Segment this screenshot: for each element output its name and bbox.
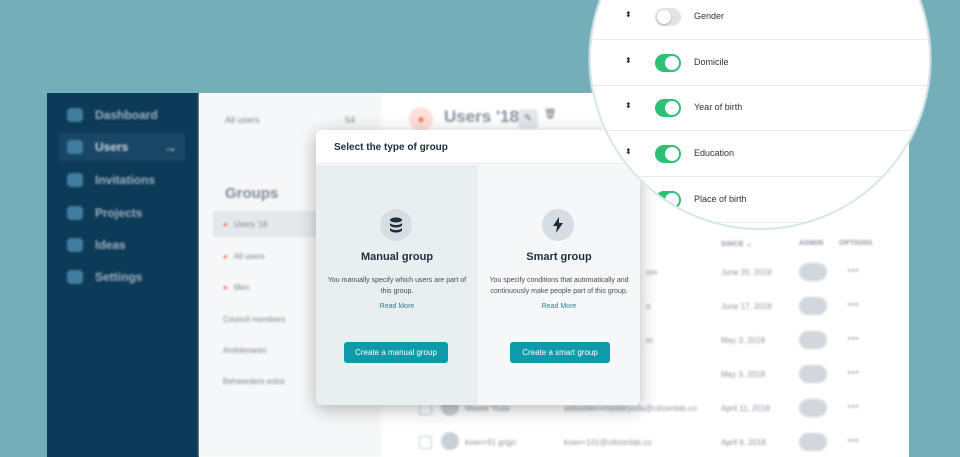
user-email: m: [646, 336, 653, 345]
field-toggle[interactable]: [655, 99, 681, 117]
sidebar-item-label: Invitations: [95, 173, 156, 187]
pin-icon: ●: [223, 282, 228, 292]
sidebar-item-label: Dashboard: [95, 108, 158, 122]
projects-icon: [67, 206, 83, 220]
admin-toggle[interactable]: [799, 433, 827, 451]
sidebar-item-label: Projects: [95, 206, 143, 220]
more-options-icon[interactable]: •••: [848, 266, 859, 275]
create-manual-group-button[interactable]: Create a manual group: [344, 342, 448, 363]
column-header-admin: ADMIN: [799, 240, 824, 247]
sidebar-item-label: Ideas: [95, 238, 126, 252]
group-item-label: Beheerders extra: [223, 376, 285, 386]
sidebar-item-projects[interactable]: Projects: [59, 199, 185, 227]
avatar: [441, 432, 459, 450]
field-row: ⬍ Domicile: [591, 40, 929, 86]
manual-group-option[interactable]: Manual group You manually specify which …: [316, 165, 478, 405]
group-item-label: All users: [233, 251, 265, 261]
sidebar-item-settings[interactable]: Settings: [59, 263, 185, 291]
group-item-label: Council members: [223, 314, 286, 324]
smart-group-title: Smart group: [526, 251, 592, 263]
sort-handle-icon[interactable]: ⬍: [625, 147, 632, 156]
user-email: koen+101@citizenlab.co: [564, 438, 652, 447]
arrow-right-icon: →: [163, 139, 177, 155]
field-label: Place of birth: [694, 194, 747, 204]
sidebar-item-dashboard[interactable]: Dashboard: [59, 101, 185, 129]
admin-toggle[interactable]: [799, 297, 827, 315]
dashboard-icon: [67, 108, 83, 122]
field-toggle[interactable]: [655, 145, 681, 163]
admin-toggle[interactable]: [799, 365, 827, 383]
user-since: June 17, 2018: [721, 302, 772, 311]
row-checkbox[interactable]: [419, 436, 432, 449]
user-since: May 3, 2018: [721, 370, 766, 379]
user-email: om: [646, 268, 658, 277]
field-label: Year of birth: [694, 102, 743, 112]
sort-handle-icon[interactable]: ⬍: [625, 56, 632, 65]
admin-toggle[interactable]: [799, 331, 827, 349]
more-options-icon[interactable]: •••: [848, 334, 859, 343]
sort-handle-icon[interactable]: ⬍: [625, 10, 632, 19]
group-item-label: Men: [233, 282, 250, 292]
pin-icon: ●: [223, 219, 228, 229]
more-options-icon[interactable]: •••: [848, 300, 859, 309]
column-header-since[interactable]: SINCE ⌄: [721, 240, 752, 248]
user-name: koen+91 grigri: [465, 438, 516, 447]
user-since: May 3, 2018: [721, 336, 766, 345]
more-options-icon[interactable]: •••: [848, 402, 859, 411]
all-users-count: 54: [345, 115, 356, 125]
group-icon: ●: [409, 107, 433, 131]
lightning-icon: [542, 209, 574, 241]
pin-icon: ●: [223, 251, 228, 261]
group-item-label: Users '18: [233, 219, 268, 229]
lightbulb-icon: [67, 238, 83, 252]
field-row: Place of birth: [591, 177, 929, 223]
user-email: o: [646, 302, 651, 311]
smart-group-description: You specify conditions that automaticall…: [489, 277, 629, 295]
user-since: June 20, 2018: [721, 268, 772, 277]
sidebar: Dashboard Users → Invitations Projects Id…: [47, 93, 199, 457]
user-email: sebastien+masteryoda@citizenlab.co: [564, 404, 697, 413]
user-name: Master Yoda: [465, 404, 510, 413]
manual-group-description: You manually specify which users are par…: [327, 277, 467, 295]
field-label: Education: [694, 148, 735, 158]
database-icon: [380, 209, 412, 241]
invitation-icon: [67, 173, 83, 187]
field-label: Domicile: [694, 57, 729, 67]
sidebar-item-users[interactable]: Users →: [59, 133, 185, 161]
field-row: ⬍ Year of birth: [591, 85, 929, 131]
field-row: ⬍ Education: [591, 131, 929, 177]
field-toggle[interactable]: [655, 54, 681, 72]
table-row: koen+91 grigri koen+101@citizenlab.co Apri…: [381, 426, 909, 457]
sort-handle-icon[interactable]: ⬍: [625, 101, 632, 110]
field-toggle[interactable]: [655, 191, 681, 209]
magnified-fields-panel: ⬍ Gender ⬍ Domicile ⬍ Year of birth ⬍ Educat…: [589, 0, 931, 230]
field-toggle[interactable]: [655, 8, 681, 26]
pencil-icon[interactable]: ✎: [518, 109, 538, 129]
user-since: April 6, 2018: [721, 438, 766, 447]
page-title: Users '18: [444, 107, 519, 126]
sidebar-item-invitations[interactable]: Invitations: [59, 166, 185, 194]
sidebar-item-ideas[interactable]: Ideas: [59, 231, 185, 259]
admin-toggle[interactable]: [799, 263, 827, 281]
more-options-icon[interactable]: •••: [848, 436, 859, 445]
all-users-link[interactable]: All users: [225, 115, 260, 125]
groups-heading: Groups: [225, 185, 279, 202]
admin-toggle[interactable]: [799, 399, 827, 417]
smart-read-more-link[interactable]: Read More: [478, 303, 640, 310]
manual-read-more-link[interactable]: Read More: [316, 303, 478, 310]
gear-icon: [67, 270, 83, 284]
group-item-label: Ambtenaren: [223, 345, 267, 355]
trash-icon[interactable]: 🗑: [544, 109, 557, 120]
sidebar-item-label: Users: [95, 140, 129, 154]
user-icon: [67, 140, 83, 154]
field-row: ⬍ Gender: [591, 0, 929, 40]
manual-group-title: Manual group: [360, 251, 434, 263]
field-label: Gender: [694, 11, 725, 21]
sidebar-item-label: Settings: [95, 270, 143, 284]
user-since: April 11, 2018: [721, 404, 770, 413]
column-header-options: OPTIONS: [839, 240, 873, 247]
create-smart-group-button[interactable]: Create a smart group: [510, 342, 610, 363]
more-options-icon[interactable]: •••: [848, 368, 859, 377]
